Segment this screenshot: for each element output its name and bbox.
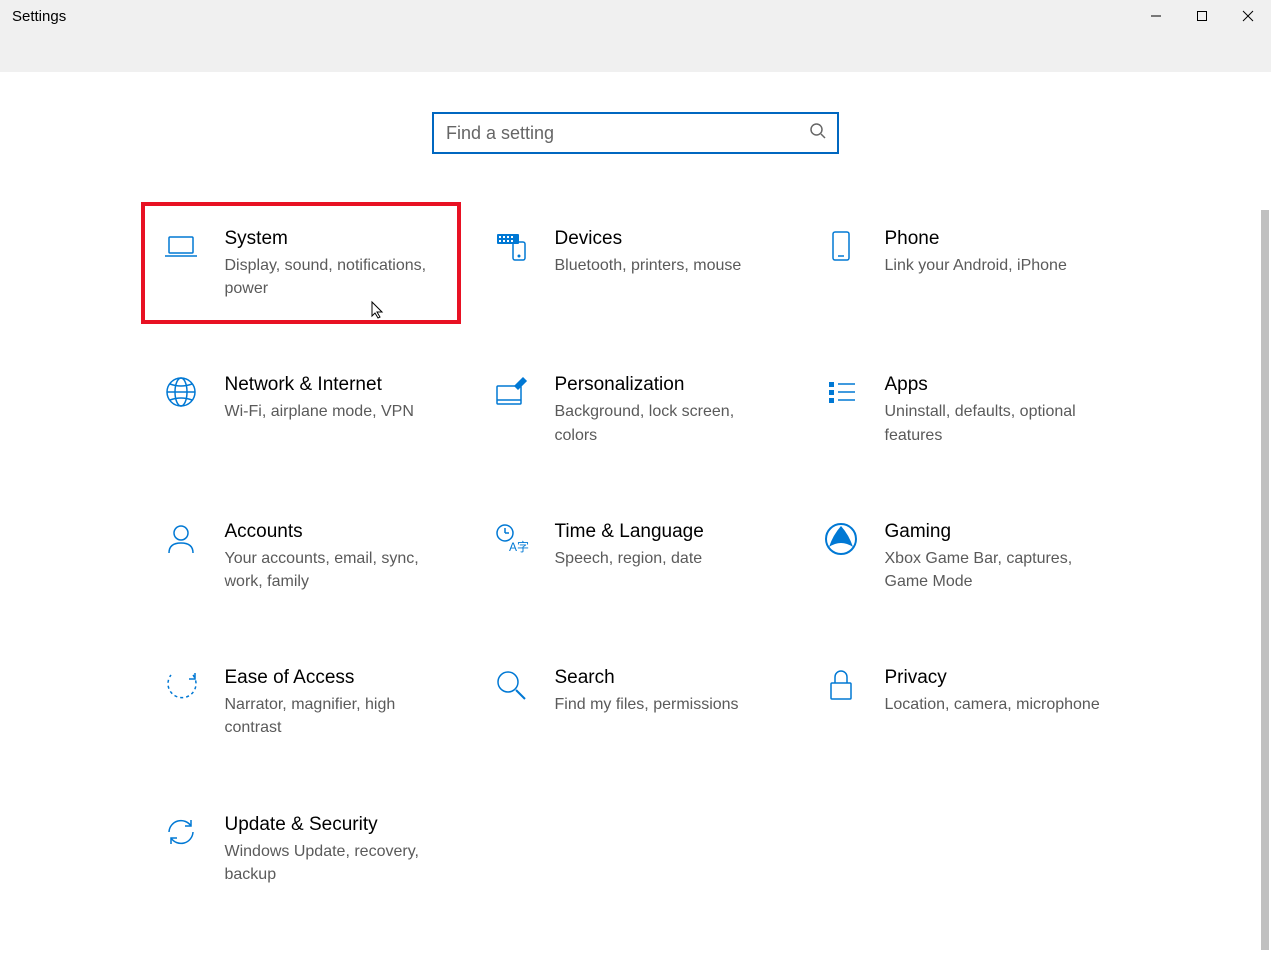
ease-of-access-icon — [161, 665, 201, 705]
search-input[interactable] — [446, 123, 809, 144]
tile-desc: Uninstall, defaults, optional features — [885, 400, 1101, 446]
apps-icon — [821, 372, 861, 412]
tile-desc: Display, sound, notifications, power — [225, 254, 437, 300]
tile-desc: Link your Android, iPhone — [885, 254, 1101, 277]
tile-devices[interactable]: Devices Bluetooth, printers, mouse — [471, 214, 791, 312]
tile-title: Privacy — [885, 667, 1101, 689]
tile-desc: Wi-Fi, airplane mode, VPN — [225, 400, 441, 423]
tile-search[interactable]: Search Find my files, permissions — [471, 653, 791, 751]
tile-title: Search — [555, 667, 771, 689]
devices-icon — [491, 226, 531, 266]
tile-personalization[interactable]: Personalization Background, lock screen,… — [471, 360, 791, 458]
tile-accounts[interactable]: Accounts Your accounts, email, sync, wor… — [141, 507, 461, 605]
scrollbar[interactable] — [1261, 210, 1269, 950]
tile-title: Personalization — [555, 374, 771, 396]
globe-icon — [161, 372, 201, 412]
update-icon — [161, 812, 201, 852]
tile-title: Time & Language — [555, 521, 771, 543]
tile-desc: Windows Update, recovery, backup — [225, 840, 441, 886]
tile-desc: Bluetooth, printers, mouse — [555, 254, 771, 277]
settings-grid: System Display, sound, notifications, po… — [141, 214, 1131, 898]
tile-ease-of-access[interactable]: Ease of Access Narrator, magnifier, high… — [141, 653, 461, 751]
time-language-icon: A字 — [491, 519, 531, 559]
tile-desc: Narrator, magnifier, high contrast — [225, 693, 441, 739]
tile-phone[interactable]: Phone Link your Android, iPhone — [801, 214, 1121, 312]
close-icon — [1242, 10, 1254, 22]
tile-title: Accounts — [225, 521, 441, 543]
tile-apps[interactable]: Apps Uninstall, defaults, optional featu… — [801, 360, 1121, 458]
tile-desc: Location, camera, microphone — [885, 693, 1101, 716]
svg-text:A字: A字 — [509, 539, 529, 554]
tile-desc: Speech, region, date — [555, 547, 771, 570]
tile-title: Devices — [555, 228, 771, 250]
tile-title: Update & Security — [225, 814, 441, 836]
window-title: Settings — [12, 8, 66, 25]
lock-icon — [821, 665, 861, 705]
window-controls — [1133, 0, 1271, 32]
tile-title: Phone — [885, 228, 1101, 250]
gaming-icon — [821, 519, 861, 559]
tile-system[interactable]: System Display, sound, notifications, po… — [141, 202, 461, 324]
search-icon — [809, 122, 827, 145]
titlebar: Settings — [0, 0, 1271, 72]
maximize-button[interactable] — [1179, 0, 1225, 32]
tile-network[interactable]: Network & Internet Wi-Fi, airplane mode,… — [141, 360, 461, 458]
tile-title: Ease of Access — [225, 667, 441, 689]
laptop-icon — [161, 226, 201, 266]
tile-title: System — [225, 228, 437, 250]
minimize-icon — [1150, 10, 1162, 22]
search-box[interactable] — [432, 112, 839, 154]
phone-icon — [821, 226, 861, 266]
person-icon — [161, 519, 201, 559]
tile-title: Network & Internet — [225, 374, 441, 396]
tile-gaming[interactable]: Gaming Xbox Game Bar, captures, Game Mod… — [801, 507, 1121, 605]
content: System Display, sound, notifications, po… — [0, 72, 1271, 898]
tile-desc: Xbox Game Bar, captures, Game Mode — [885, 547, 1101, 593]
tile-desc: Background, lock screen, colors — [555, 400, 771, 446]
tile-title: Gaming — [885, 521, 1101, 543]
close-button[interactable] — [1225, 0, 1271, 32]
tile-title: Apps — [885, 374, 1101, 396]
personalization-icon — [491, 372, 531, 412]
tile-desc: Find my files, permissions — [555, 693, 771, 716]
tile-privacy[interactable]: Privacy Location, camera, microphone — [801, 653, 1121, 751]
search-tile-icon — [491, 665, 531, 705]
tile-update-security[interactable]: Update & Security Windows Update, recove… — [141, 800, 461, 898]
tile-time-language[interactable]: A字 Time & Language Speech, region, date — [471, 507, 791, 605]
maximize-icon — [1196, 10, 1208, 22]
minimize-button[interactable] — [1133, 0, 1179, 32]
tile-desc: Your accounts, email, sync, work, family — [225, 547, 441, 593]
